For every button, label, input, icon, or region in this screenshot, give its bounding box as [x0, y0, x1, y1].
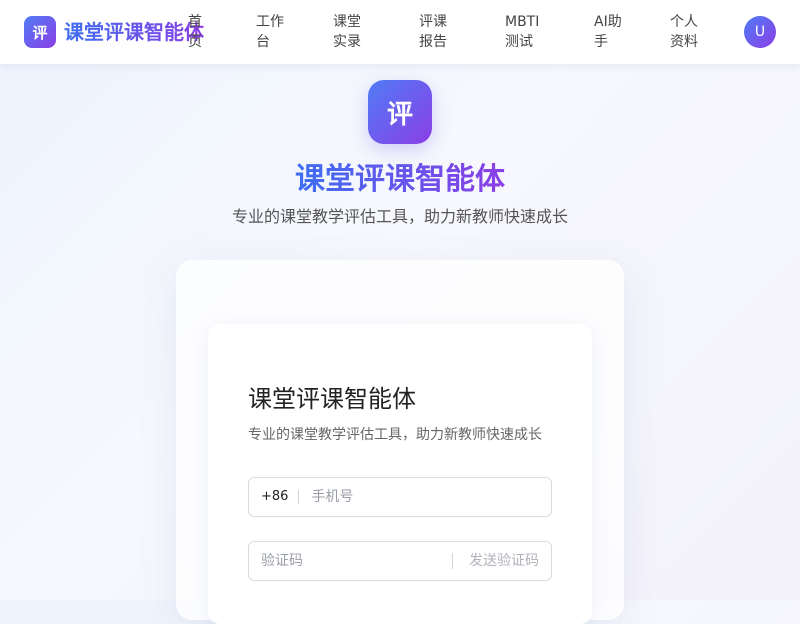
send-code-button[interactable]: 发送验证码 [452, 553, 551, 569]
hero-subtitle: 专业的课堂教学评估工具，助力新教师快速成长 [231, 207, 568, 226]
nav-item-label: 工作 [256, 14, 284, 30]
login-form-title: 课堂评课智能体 [248, 385, 416, 413]
hero-title-text: 课堂评课智能体 [295, 162, 505, 197]
verification-code-field: 发送验证码 [248, 541, 552, 581]
nav-item-label: 课堂 [333, 14, 361, 30]
phone-field: +86 [248, 477, 552, 517]
top-navbar: 评 课堂评课智能体 首 页 工作 台 课堂 实录 评课 报告 MBTI 测试 A… [0, 0, 800, 64]
brand-name[interactable]: 课堂评课智能体 [64, 17, 204, 47]
nav-item-label: 资料 [670, 34, 698, 50]
nav-item-label: 实录 [333, 34, 361, 50]
nav-item-label: 测试 [505, 34, 533, 50]
country-code-prefix[interactable]: +86 [249, 490, 300, 504]
nav-item-label: AI助 [594, 14, 622, 30]
nav-item-label: MBTI [505, 14, 540, 30]
nav-item-label: 手 [594, 34, 608, 50]
nav-item-classroom-records[interactable]: 课堂 实录 [333, 12, 361, 52]
nav-item-evaluation-reports[interactable]: 评课 报告 [419, 12, 447, 52]
nav-item-label: 首 [188, 14, 202, 30]
nav-item-workbench[interactable]: 工作 台 [256, 12, 284, 52]
phone-input[interactable] [299, 478, 551, 516]
verification-code-input[interactable] [249, 542, 452, 580]
brand-logo-icon[interactable]: 评 [24, 16, 56, 48]
login-form-subtitle: 专业的课堂教学评估工具，助力新教师快速成长 [248, 427, 542, 443]
nav-item-ai-assistant[interactable]: AI助 手 [594, 12, 622, 52]
nav-item-profile[interactable]: 个人 资料 [670, 12, 698, 52]
nav-item-label: 个人 [670, 14, 698, 30]
hero-logo-icon: 评 [368, 80, 432, 144]
nav-item-mbti-test[interactable]: MBTI 测试 [505, 12, 539, 52]
nav-item-label: 台 [256, 34, 270, 50]
nav-item-label: 页 [188, 34, 202, 50]
nav-item-home[interactable]: 首 页 [188, 12, 202, 52]
nav-item-label: 报告 [419, 34, 447, 50]
user-avatar[interactable]: U [744, 16, 776, 48]
nav-item-label: 评课 [419, 14, 447, 30]
hero-title: 课堂评课智能体 [0, 160, 800, 200]
